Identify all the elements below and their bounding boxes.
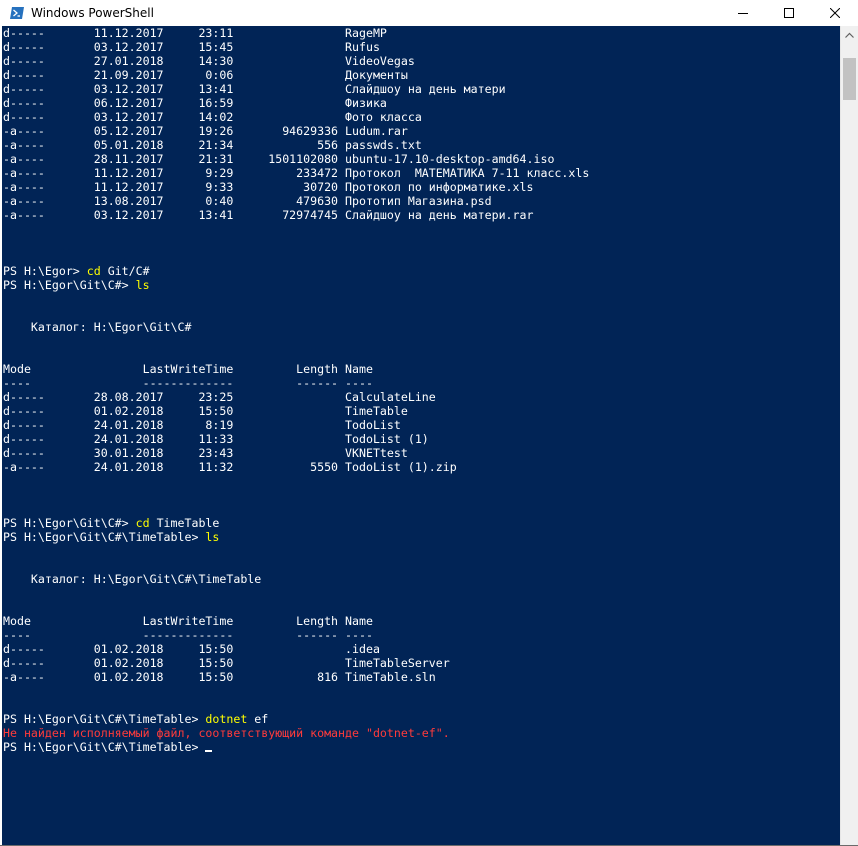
output-line: Mode LastWriteTime Length Name <box>3 362 373 376</box>
maximize-button[interactable] <box>766 0 812 26</box>
title-bar[interactable]: Windows PowerShell <box>0 0 858 26</box>
output-line: d----- 01.02.2018 15:50 TimeTable <box>3 404 408 418</box>
prompt-line: PS H:\Egor\Git\C#\TimeTable> ls <box>3 530 840 544</box>
window-controls <box>720 0 858 26</box>
output-line: -a---- 24.01.2018 11:32 5550 TodoList (1… <box>3 460 457 474</box>
close-button[interactable] <box>812 0 858 26</box>
vertical-scrollbar[interactable] <box>840 26 858 845</box>
console-area[interactable]: d----- 11.12.2017 23:11 RageMP d----- 03.… <box>2 26 840 845</box>
output-line: d----- 03.12.2017 15:45 Rufus <box>3 40 380 54</box>
output-line: d----- 27.01.2018 14:30 VideoVegas <box>3 54 415 68</box>
command-text: ls <box>135 278 150 292</box>
scroll-thumb[interactable] <box>843 58 856 100</box>
prompt-text: PS H:\Egor> <box>3 264 87 278</box>
command-argument: ef <box>247 712 269 726</box>
output-line: ---- ------------- ------ ---- <box>3 628 373 642</box>
prompt-line: PS H:\Egor\Git\C#> ls <box>3 278 840 292</box>
output-line: -a---- 28.11.2017 21:31 1501102080 ubunt… <box>3 152 555 166</box>
prompt-text: PS H:\Egor\Git\C#> <box>3 516 136 530</box>
output-line: d----- 21.09.2017 0:06 Документы <box>3 68 408 82</box>
close-icon <box>830 8 840 18</box>
output-line: -a---- 05.01.2018 21:34 556 passwds.txt <box>3 138 422 152</box>
command-text: dotnet <box>205 712 248 726</box>
output-line: -a---- 01.02.2018 15:50 816 TimeTable.sl… <box>3 670 436 684</box>
minimize-icon <box>738 13 748 14</box>
output-line: -a---- 05.12.2017 19:26 94629336 Ludum.r… <box>3 124 408 138</box>
output-line: -a---- 13.08.2017 0:40 479630 Прототип М… <box>3 194 492 208</box>
output-line: d----- 11.12.2017 23:11 RageMP <box>3 26 387 40</box>
powershell-window: Windows PowerShell d----- 11.12.2017 23:… <box>0 0 858 846</box>
prompt-line: PS H:\Egor\Git\C#\TimeTable> dotnet ef <box>3 712 840 726</box>
output-line: d----- 01.02.2018 15:50 .idea <box>3 642 380 656</box>
command-text: ls <box>205 530 220 544</box>
output-line: d----- 30.01.2018 23:43 VKNETtest <box>3 446 408 460</box>
error-line: Не найден исполняемый файл, соответствую… <box>3 726 450 740</box>
output-line: d----- 03.12.2017 14:02 Фото класса <box>3 110 422 124</box>
prompt-line: PS H:\Egor\Git\C#\TimeTable> <box>3 740 840 754</box>
prompt-line: PS H:\Egor\Git\C#> cd TimeTable <box>3 516 840 530</box>
output-line: d----- 24.01.2018 8:19 TodoList <box>3 418 401 432</box>
chevron-up-icon <box>845 32 854 38</box>
output-line: -a---- 11.12.2017 9:33 30720 Протокол по… <box>3 180 534 194</box>
prompt-text: PS H:\Egor\Git\C#\TimeTable> <box>3 740 206 754</box>
maximize-icon <box>784 8 794 18</box>
console-output: d----- 11.12.2017 23:11 RageMP d----- 03.… <box>2 26 840 754</box>
output-line: d----- 06.12.2017 16:59 Физика <box>3 96 387 110</box>
scroll-up-button[interactable] <box>841 26 858 43</box>
window-title: Windows PowerShell <box>31 6 154 20</box>
command-text: cd <box>135 516 150 530</box>
command-argument: TimeTable <box>149 516 220 530</box>
output-line: d----- 28.08.2017 23:25 CalculateLine <box>3 390 436 404</box>
powershell-icon <box>9 5 25 21</box>
prompt-text: PS H:\Egor\Git\C#\TimeTable> <box>3 530 206 544</box>
prompt-text: PS H:\Egor\Git\C#> <box>3 278 136 292</box>
output-line: Mode LastWriteTime Length Name <box>3 614 373 628</box>
prompt-text: PS H:\Egor\Git\C#\TimeTable> <box>3 712 206 726</box>
output-line: -a---- 03.12.2017 13:41 72974745 Слайдшо… <box>3 208 534 222</box>
output-line: Каталог: H:\Egor\Git\C# <box>3 320 192 334</box>
output-line: ---- ------------- ------ ---- <box>3 376 373 390</box>
output-line: d----- 24.01.2018 11:33 TodoList (1) <box>3 432 429 446</box>
output-line: d----- 03.12.2017 13:41 Слайдшоу на день… <box>3 82 506 96</box>
output-line: -a---- 11.12.2017 9:29 233472 Протокол М… <box>3 166 590 180</box>
prompt-line: PS H:\Egor> cd Git/C# <box>3 264 840 278</box>
command-argument: Git/C# <box>100 264 150 278</box>
command-text: cd <box>86 264 101 278</box>
output-line: Каталог: H:\Egor\Git\C#\TimeTable <box>3 572 262 586</box>
text-cursor <box>205 750 213 752</box>
output-line: d----- 01.02.2018 15:50 TimeTableServer <box>3 656 450 670</box>
minimize-button[interactable] <box>720 0 766 26</box>
